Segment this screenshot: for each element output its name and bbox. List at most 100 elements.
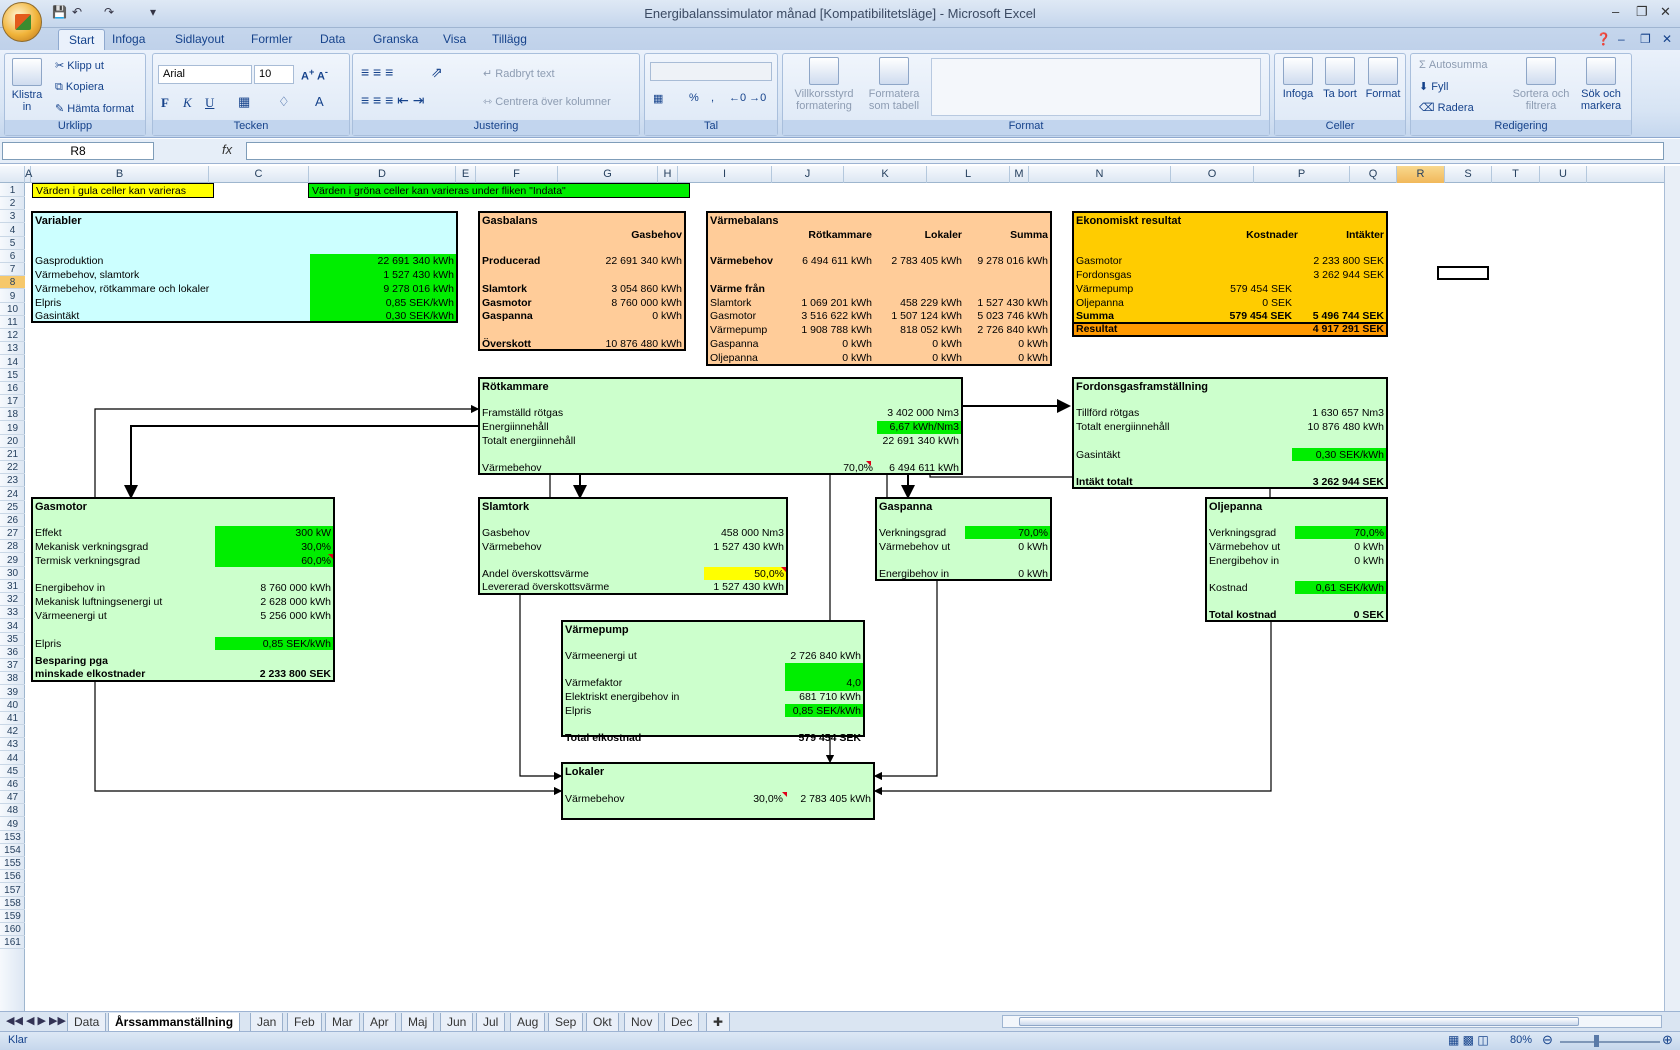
- grow-font-button[interactable]: A+ A-: [301, 67, 328, 83]
- op-value[interactable]: 70,0%: [1354, 527, 1384, 539]
- row-header[interactable]: 25: [0, 501, 25, 514]
- column-header[interactable]: M: [1010, 166, 1029, 183]
- column-header[interactable]: Q: [1350, 166, 1397, 183]
- gm-value[interactable]: 2 628 000 kWh: [260, 596, 331, 608]
- vb-value[interactable]: 0 kWh: [1018, 352, 1048, 364]
- vb-value[interactable]: 9 278 016 kWh: [977, 255, 1048, 267]
- help-icon[interactable]: ❓: [1596, 32, 1611, 46]
- row-header[interactable]: 33: [0, 606, 25, 620]
- insert-sheet-icon[interactable]: ✚: [706, 1013, 731, 1032]
- row-header[interactable]: 23: [0, 474, 25, 488]
- gb-value[interactable]: 0 kWh: [652, 310, 682, 322]
- row-header[interactable]: 38: [0, 672, 25, 686]
- op-value[interactable]: 0 kWh: [1354, 541, 1384, 553]
- row-header[interactable]: 15: [0, 369, 25, 382]
- row-header[interactable]: 39: [0, 686, 25, 699]
- rk-behov-value[interactable]: 6 494 611 kWh: [889, 462, 959, 474]
- row-header[interactable]: 28: [0, 540, 25, 554]
- number-format-select[interactable]: [650, 62, 772, 81]
- vb-value[interactable]: 6 494 611 kWh: [802, 255, 872, 267]
- vb-value[interactable]: 3 516 622 kWh: [801, 310, 872, 322]
- tab-nav-icon[interactable]: ◀◀ ◀ ▶ ▶▶: [6, 1014, 66, 1027]
- op-kostnad-value[interactable]: 0,61 SEK/kWh: [1316, 582, 1384, 594]
- zoom-level[interactable]: 80%: [1510, 1034, 1532, 1046]
- fg-total-value[interactable]: 3 262 944 SEK: [1313, 476, 1384, 488]
- formula-input[interactable]: [246, 142, 1664, 160]
- row-header[interactable]: 44: [0, 752, 25, 765]
- st-value[interactable]: 1 527 430 kWh: [713, 541, 784, 553]
- row-header[interactable]: 161: [0, 936, 25, 950]
- ribbon-restore-icon[interactable]: ❐: [1640, 32, 1651, 46]
- view-buttons-icon[interactable]: ▦ ▩ ◫: [1448, 1033, 1489, 1047]
- rk-value[interactable]: 6,67 kWh/Nm3: [890, 421, 959, 433]
- vb-value[interactable]: 5 023 746 kWh: [977, 310, 1048, 322]
- format-painter-button[interactable]: ✎ Hämta format: [55, 102, 134, 115]
- row-header[interactable]: 48: [0, 804, 25, 818]
- tab-infoga[interactable]: Infoga: [112, 32, 145, 46]
- find-select-button[interactable]: Sök och markera: [1573, 57, 1629, 112]
- sheet-tab-active[interactable]: Årssammanställning: [108, 1013, 241, 1032]
- insert-cells-button[interactable]: Infoga: [1279, 57, 1317, 100]
- row-header[interactable]: 155: [0, 857, 25, 871]
- row-header[interactable]: 32: [0, 593, 25, 607]
- rk-value[interactable]: 3 402 000 Nm3: [887, 407, 959, 419]
- tab-start[interactable]: Start: [58, 29, 106, 51]
- row-header[interactable]: 156: [0, 870, 25, 884]
- gp-in-value[interactable]: 0 kWh: [1018, 568, 1048, 580]
- tab-sidlayout[interactable]: Sidlayout: [175, 32, 224, 46]
- vb-value[interactable]: 1 507 124 kWh: [891, 310, 962, 322]
- column-header[interactable]: L: [927, 166, 1010, 183]
- font-size-select[interactable]: 10: [254, 65, 294, 84]
- row-header[interactable]: 31: [0, 580, 25, 593]
- sheet-tab[interactable]: Jun: [440, 1013, 474, 1032]
- sheet-tab[interactable]: Data: [67, 1013, 107, 1032]
- minimize-icon[interactable]: –: [1612, 4, 1619, 19]
- row-header[interactable]: 157: [0, 884, 25, 897]
- row-header[interactable]: 17: [0, 395, 25, 409]
- sheet-tab[interactable]: Aug: [510, 1013, 546, 1032]
- st-lev-value[interactable]: 1 527 430 kWh: [713, 581, 784, 593]
- ek-summa-cost[interactable]: 579 454 SEK: [1230, 310, 1292, 322]
- column-header[interactable]: T: [1492, 166, 1540, 183]
- st-value[interactable]: 458 000 Nm3: [721, 527, 784, 539]
- row-header[interactable]: 160: [0, 923, 25, 937]
- column-header[interactable]: K: [844, 166, 927, 183]
- select-all-corner[interactable]: [0, 166, 25, 183]
- redo-icon[interactable]: ↷: [104, 5, 114, 19]
- merge-center-button[interactable]: ⇿ Centrera över kolumner: [483, 95, 611, 108]
- fill-button[interactable]: ⬇ Fyll: [1419, 80, 1448, 93]
- row-header[interactable]: 41: [0, 712, 25, 725]
- row-header[interactable]: 27: [0, 527, 25, 541]
- tab-formler[interactable]: Formler: [251, 32, 292, 46]
- row-header[interactable]: 7: [0, 263, 25, 277]
- restore-icon[interactable]: ❐: [1636, 4, 1648, 20]
- format-table-button[interactable]: Formatera som tabell: [861, 57, 927, 112]
- column-header[interactable]: C: [209, 166, 309, 183]
- tab-granska[interactable]: Granska: [373, 32, 418, 46]
- underline-button[interactable]: U: [205, 95, 214, 111]
- lok-pct[interactable]: 30,0%: [753, 793, 783, 805]
- decimal-icon[interactable]: ←0 →0: [729, 92, 766, 104]
- row-header[interactable]: 22: [0, 461, 25, 475]
- ribbon-close-icon[interactable]: ✕: [1662, 32, 1672, 46]
- vb-value[interactable]: 458 229 kWh: [900, 297, 962, 309]
- sort-filter-button[interactable]: Sortera och filtrera: [1511, 57, 1571, 112]
- orientation-icon[interactable]: ⇗: [431, 64, 443, 81]
- column-header[interactable]: E: [456, 166, 476, 183]
- vb-value[interactable]: 2 726 840 kWh: [977, 324, 1048, 336]
- align-top-icon[interactable]: ≡ ≡ ≡: [361, 64, 393, 80]
- vb-value[interactable]: 1 908 788 kWh: [801, 324, 872, 336]
- copy-button[interactable]: ⧉ Kopiera: [55, 81, 104, 94]
- row-header[interactable]: 154: [0, 844, 25, 857]
- sheet-tab[interactable]: Maj: [401, 1013, 435, 1032]
- row-header[interactable]: 34: [0, 620, 25, 633]
- var-value[interactable]: 1 527 430 kWh: [383, 269, 454, 281]
- row-header[interactable]: 24: [0, 488, 25, 501]
- ek-summa-income[interactable]: 5 496 744 SEK: [1313, 310, 1384, 322]
- column-header[interactable]: F: [476, 166, 558, 183]
- column-header[interactable]: P: [1254, 166, 1350, 183]
- row-header[interactable]: 6: [0, 250, 25, 263]
- column-header[interactable]: G: [558, 166, 658, 183]
- vertical-scrollbar[interactable]: [1664, 166, 1680, 1014]
- overskott-value[interactable]: 10 876 480 kWh: [606, 338, 682, 350]
